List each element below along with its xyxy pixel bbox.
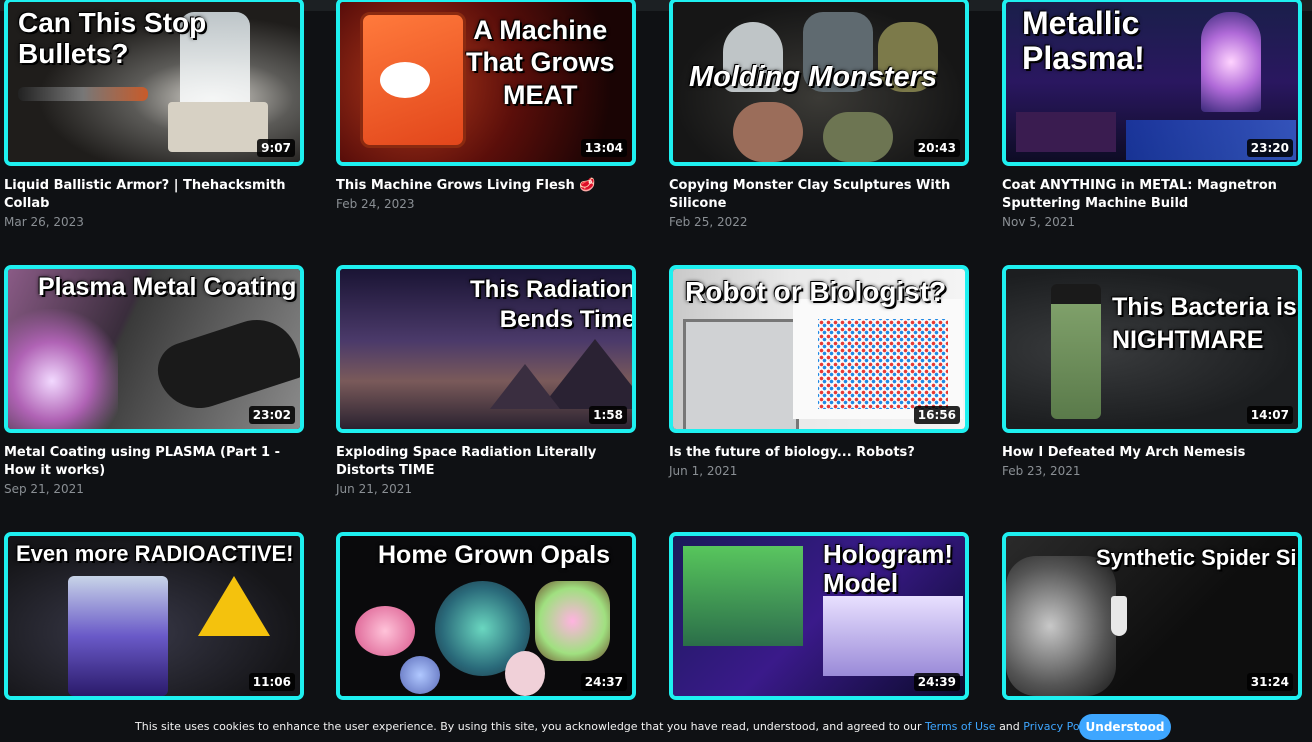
video-thumbnail[interactable]: Hologram! Model 24:39 [669,532,969,700]
video-title[interactable]: Liquid Ballistic Armor? | Thehacksmith C… [4,177,304,213]
duration-badge: 20:43 [913,139,960,157]
cookie-and-text: and [999,720,1020,733]
duration-badge: 23:02 [248,406,295,424]
thumbnail-overlay-text: Plasma Metal Coating [38,273,297,301]
video-date: Feb 25, 2022 [669,215,748,229]
thumbnail-overlay-text: Can This Stop Bullets? [18,7,207,69]
cookie-text: This site uses cookies to enhance the us… [135,720,922,733]
thumbnail-overlay-text: This Radiation Bends Time [470,276,636,333]
video-thumbnail[interactable]: Robot or Biologist? 16:56 [669,265,969,433]
thumbnail-overlay-text: A Machine That Grows MEAT [466,15,615,110]
video-title[interactable]: Is the future of biology... Robots? [669,444,969,462]
thumbnail-overlay-text: Even more RADIOACTIVE! [16,541,294,566]
duration-badge: 14:07 [1246,406,1293,424]
video-title[interactable]: Metal Coating using PLASMA (Part 1 - How… [4,444,304,480]
thumbnail-overlay-text: Synthetic Spider Silk [1096,545,1302,570]
video-date: Nov 5, 2021 [1002,215,1076,229]
video-date: Jun 1, 2021 [669,464,738,478]
cookie-banner: This site uses cookies to enhance the us… [0,710,1312,742]
thumbnail-overlay-text: Hologram! Model [823,539,953,598]
duration-badge: 11:06 [248,673,295,691]
video-thumbnail[interactable]: Plasma Metal Coating 23:02 [4,265,304,433]
video-thumbnail[interactable]: A Machine That Grows MEAT 13:04 [336,0,636,166]
video-title[interactable]: Copying Monster Clay Sculptures With Sil… [669,177,969,213]
thumbnail-overlay-text: Home Grown Opals [378,541,610,569]
video-thumbnail[interactable]: Even more RADIOACTIVE! 11:06 [4,532,304,700]
video-date: Mar 26, 2023 [4,215,84,229]
video-date: Feb 23, 2021 [1002,464,1081,478]
duration-badge: 16:56 [913,406,960,424]
video-thumbnail[interactable]: Molding Monsters 20:43 [669,0,969,166]
duration-badge: 1:58 [589,406,627,424]
understood-button[interactable]: Understood [1079,714,1171,740]
thumbnail-overlay-text: Metallic Plasma! [1022,5,1145,77]
duration-badge: 23:20 [1246,139,1293,157]
video-thumbnail[interactable]: This Bacteria is a NIGHTMARE 14:07 [1002,265,1302,433]
terms-of-use-link[interactable]: Terms of Use [925,720,996,733]
video-grid: Can This Stop Bullets? 9:07 Liquid Balli… [0,0,1312,742]
video-date: Jun 21, 2021 [336,482,413,496]
video-date: Feb 24, 2023 [336,197,415,211]
duration-badge: 31:24 [1246,673,1293,691]
thumbnail-overlay-text: Robot or Biologist? [685,276,947,307]
video-thumbnail[interactable]: Home Grown Opals 24:37 [336,532,636,700]
cookie-message: This site uses cookies to enhance the us… [135,720,1100,733]
video-title[interactable]: How I Defeated My Arch Nemesis [1002,444,1302,462]
video-thumbnail[interactable]: This Radiation Bends Time 1:58 [336,265,636,433]
video-thumbnail[interactable]: Synthetic Spider Silk 31:24 [1002,532,1302,700]
video-title[interactable]: This Machine Grows Living Flesh 🥩 [336,177,636,195]
video-thumbnail[interactable]: Can This Stop Bullets? 9:07 [4,0,304,166]
duration-badge: 13:04 [580,139,627,157]
video-title[interactable]: Exploding Space Radiation Literally Dist… [336,444,636,480]
thumbnail-overlay-text: This Bacteria is a NIGHTMARE [1112,293,1297,354]
video-title[interactable]: Coat ANYTHING in METAL: Magnetron Sputte… [1002,177,1302,213]
thumbnail-overlay-text: Molding Monsters [689,61,938,93]
duration-badge: 24:39 [913,673,960,691]
duration-badge: 9:07 [257,139,295,157]
duration-badge: 24:37 [580,673,627,691]
video-date: Sep 21, 2021 [4,482,84,496]
video-thumbnail[interactable]: Metallic Plasma! 23:20 [1002,0,1302,166]
